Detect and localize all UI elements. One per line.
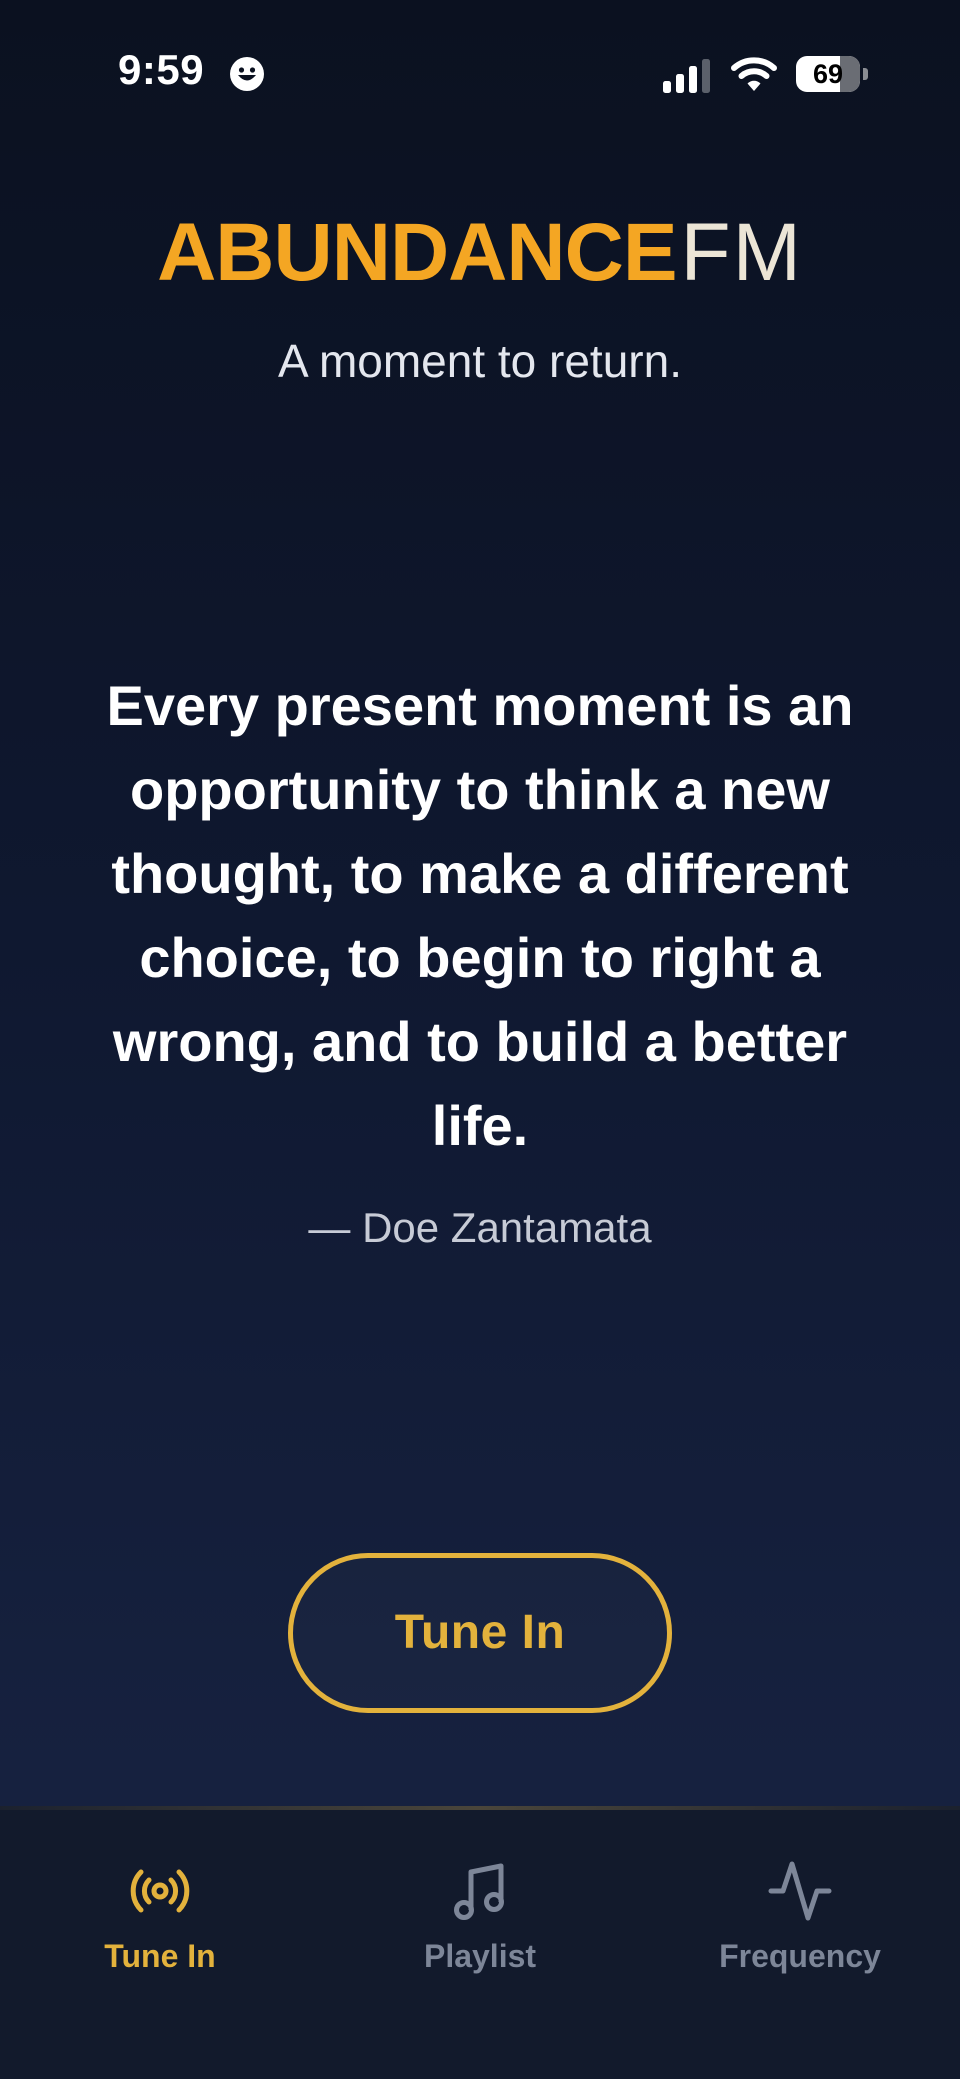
quote-text: Every present moment is an opportunity t… [106, 674, 854, 1157]
tab-bar-divider [0, 1806, 960, 1810]
tagline: A moment to return. [278, 335, 682, 387]
battery-body: 69 [796, 56, 860, 92]
quote-author: — Doe Zantamata [308, 1204, 652, 1251]
logo-main-text: ABUNDANCE [157, 207, 677, 298]
app-logo: ABUNDANCEFM [0, 208, 960, 298]
activity-icon [768, 1861, 832, 1921]
battery-indicator: 69 [796, 56, 868, 92]
smiley-face-icon [230, 57, 264, 91]
tab-playlist[interactable]: Playlist [350, 1856, 610, 1996]
broadcast-icon [130, 1869, 190, 1913]
cellular-signal-icon [663, 59, 710, 93]
tab-frequency[interactable]: Frequency [670, 1856, 930, 1996]
tab-tune-in[interactable]: Tune In [30, 1856, 290, 1996]
battery-level: 69 [812, 59, 844, 89]
tune-in-button[interactable]: Tune In [288, 1553, 672, 1713]
tab-label: Playlist [423, 1938, 537, 1974]
wifi-icon [731, 57, 777, 91]
tab-label: Frequency [719, 1938, 881, 1974]
tab-label: Tune In [104, 1938, 216, 1974]
status-time: 9:59 [118, 46, 205, 93]
tab-bar: Tune In Playlist Frequency [0, 1806, 960, 2079]
logo-suffix-text: FM [680, 207, 803, 298]
app-screen: 9:59 69 ABUNDANCEFM A moment to return. … [0, 0, 960, 2079]
battery-cap [863, 68, 868, 80]
status-bar: 9:59 69 [0, 0, 960, 140]
music-note-icon [454, 1863, 504, 1920]
